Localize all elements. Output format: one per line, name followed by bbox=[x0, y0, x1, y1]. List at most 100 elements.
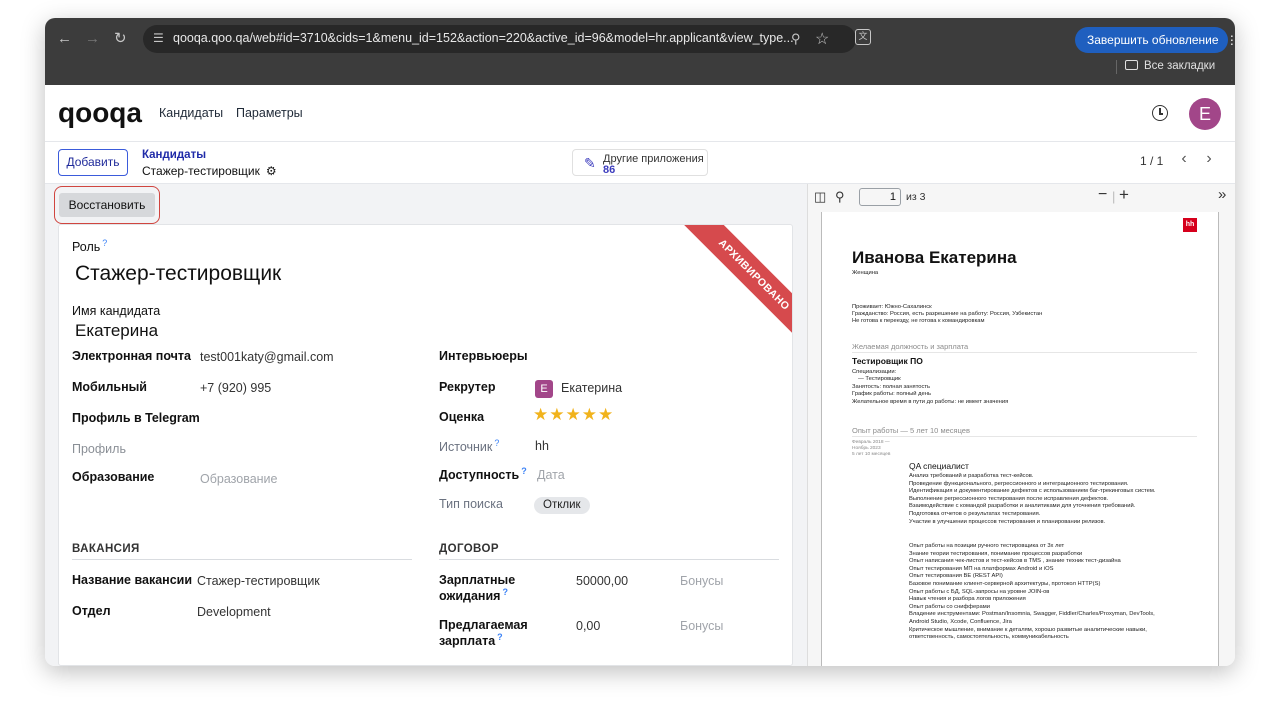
control-panel: Добавить Кандидаты Стажер-тестировщик ⚙ ✎… bbox=[45, 142, 1235, 184]
browser-toolbar: ← → ↻ ☰ qooqa.qoo.qa/web#id=3710&cids=1&… bbox=[45, 18, 1235, 85]
search-icon[interactable]: ⚲ bbox=[835, 189, 845, 205]
source-field[interactable]: hh bbox=[535, 439, 549, 453]
address-bar[interactable]: ☰ qooqa.qoo.qa/web#id=3710&cids=1&menu_i… bbox=[143, 25, 856, 53]
other-apps-count: 86 bbox=[603, 164, 616, 176]
cv-period-line: Февраль 2018 — bbox=[852, 440, 890, 445]
cv-duty: Проведение функционального, регрессионно… bbox=[909, 480, 1129, 487]
availability-field[interactable]: Дата bbox=[537, 468, 565, 482]
search-type-label: Тип поиска bbox=[439, 497, 503, 511]
other-applications-button[interactable]: ✎ Другие приложения 86 bbox=[572, 149, 708, 176]
offered-salary-label-1: Предлагаемая bbox=[439, 618, 528, 632]
menu-candidates[interactable]: Кандидаты bbox=[159, 106, 223, 120]
bookmark-star-icon[interactable]: ☆ bbox=[815, 29, 829, 49]
cv-citizenship: Гражданство: Россия, есть разрешение на … bbox=[852, 311, 1043, 317]
forward-icon[interactable]: → bbox=[85, 29, 100, 49]
cv-duty: Владение инструментами: Postman/Insomnia… bbox=[909, 611, 1155, 618]
cv-spec-line: Специализации: bbox=[852, 369, 897, 375]
cv-position-section: Желаемая должность и зарплата bbox=[852, 342, 969, 351]
page-number-input[interactable]: 1 bbox=[859, 188, 901, 206]
availability-label: Доступность? bbox=[439, 466, 527, 482]
hh-logo: hh bbox=[1183, 218, 1197, 232]
restore-button[interactable]: Восстановить bbox=[59, 193, 155, 217]
expected-salary-field[interactable]: 50000,00 bbox=[576, 574, 628, 588]
all-bookmarks-button[interactable]: Все закладки bbox=[1125, 60, 1215, 72]
cv-name: Иванова Екатерина bbox=[852, 248, 1017, 267]
help-icon[interactable]: ? bbox=[494, 438, 499, 448]
user-avatar[interactable]: E bbox=[1189, 98, 1221, 130]
expected-salary-label-1: Зарплатные bbox=[439, 573, 516, 587]
cv-duty: Анализ требований и разработка тест-кейс… bbox=[909, 473, 1034, 479]
role-label: Роль? bbox=[72, 238, 107, 254]
zoom-separator: | bbox=[1112, 189, 1116, 204]
role-value[interactable]: Стажер-тестировщик bbox=[75, 262, 281, 286]
cv-duty: ответственность, самостоятельность, комм… bbox=[909, 634, 1069, 641]
email-field[interactable]: test001katy@gmail.com bbox=[200, 350, 334, 364]
education-field[interactable]: Образование bbox=[200, 472, 277, 486]
form-area: Восстановить АРХИВИРОВАНО Роль? Стажер-т… bbox=[45, 184, 807, 666]
menu-settings[interactable]: Параметры bbox=[236, 106, 303, 120]
breadcrumb-candidates[interactable]: Кандидаты bbox=[142, 149, 206, 161]
archived-ribbon: АРХИВИРОВАНО bbox=[676, 225, 792, 353]
zoom-out-icon[interactable]: − bbox=[1098, 186, 1107, 204]
cv-relocation: Не готова к переезду, не готова к команд… bbox=[852, 318, 985, 324]
sidebar-toggle-icon[interactable]: ◫ bbox=[814, 189, 826, 205]
cv-duty: Опыт работы со снифферами bbox=[909, 603, 990, 610]
pdf-viewer: ◫ ⚲ 1 из 3 − | + » hh Иванова Екатерина … bbox=[807, 184, 1235, 666]
site-settings-icon[interactable]: ☰ bbox=[153, 31, 164, 45]
offered-salary-field[interactable]: 0,00 bbox=[576, 619, 600, 633]
breadcrumb-current-label: Стажер-тестировщик bbox=[142, 164, 260, 178]
vacancy-section-title: ВАКАНСИЯ bbox=[72, 543, 140, 555]
cv-rule bbox=[852, 352, 1197, 353]
mobile-field[interactable]: +7 (920) 995 bbox=[200, 381, 271, 395]
offered-bonus-field[interactable]: Бонусы bbox=[680, 619, 723, 633]
candidate-name-value[interactable]: Екатерина bbox=[75, 321, 158, 341]
add-button[interactable]: Добавить bbox=[58, 149, 128, 176]
help-icon[interactable]: ? bbox=[497, 632, 503, 642]
pager-next-icon[interactable]: › bbox=[1198, 150, 1220, 170]
search-type-tag[interactable]: Отклик bbox=[534, 497, 590, 514]
cv-duty: Идентификация и документирование дефекто… bbox=[909, 488, 1156, 495]
finish-update-button[interactable]: Завершить обновление ⋮ bbox=[1075, 27, 1235, 53]
translate-extension-icon[interactable]: 文 bbox=[855, 29, 871, 45]
cv-position: Тестировщик ПО bbox=[852, 356, 923, 366]
cv-spec-line: Желательное время в пути до работы: не и… bbox=[852, 398, 1009, 405]
cv-experience-section: Опыт работы — 5 лет 10 месяцев bbox=[852, 426, 970, 435]
cv-duty: Опыт работы на позиции ручного тестировщ… bbox=[909, 543, 1065, 549]
recruiter-avatar: E bbox=[535, 380, 553, 398]
activity-clock-icon[interactable] bbox=[1152, 105, 1168, 121]
app-header: qooqa Кандидаты Параметры E bbox=[45, 85, 1235, 142]
recruiter-label: Рекрутер bbox=[439, 380, 496, 394]
department-field[interactable]: Development bbox=[197, 605, 271, 619]
more-tools-icon[interactable]: » bbox=[1218, 186, 1226, 203]
cv-duty: Опыт тестирования BE (REST API) bbox=[909, 573, 1003, 580]
kebab-menu-icon[interactable]: ⋮ bbox=[1226, 33, 1235, 47]
cv-spec-line: — Тестировщик bbox=[858, 376, 901, 383]
vacancy-name-label: Название вакансии bbox=[72, 573, 193, 587]
vacancy-name-field[interactable]: Стажер-тестировщик bbox=[197, 574, 320, 588]
cv-duties-2: Опыт работы на позиции ручного тестировщ… bbox=[909, 543, 1155, 642]
gear-icon[interactable]: ⚙ bbox=[266, 164, 277, 178]
password-key-icon[interactable]: ⚲ bbox=[791, 31, 801, 47]
expected-bonus-field[interactable]: Бонусы bbox=[680, 574, 723, 588]
role-label-text: Роль bbox=[72, 240, 101, 255]
help-icon[interactable]: ? bbox=[521, 466, 527, 476]
vacancy-section-rule bbox=[72, 559, 412, 560]
app-logo[interactable]: qooqa bbox=[58, 97, 142, 129]
expected-salary-label: Зарплатные ожидания? bbox=[439, 573, 515, 603]
bookmarks-separator bbox=[1116, 60, 1117, 74]
zoom-in-icon[interactable]: + bbox=[1119, 185, 1129, 205]
profile-label: Профиль bbox=[72, 442, 126, 456]
cv-duty: Опыт работы с БД, SQL-запросы на уровне … bbox=[909, 588, 1050, 595]
back-icon[interactable]: ← bbox=[57, 29, 72, 49]
recruiter-field[interactable]: Екатерина bbox=[561, 381, 622, 395]
pager-value[interactable]: 1 / 1 bbox=[1140, 154, 1163, 168]
offered-salary-label-2: зарплата bbox=[439, 634, 496, 649]
cv-period: Февраль 2018 — Ноябрь 2023 5 лет 10 меся… bbox=[852, 440, 890, 457]
pager-previous-icon[interactable]: ‹ bbox=[1173, 150, 1195, 170]
rating-stars[interactable]: ★★★★★ bbox=[533, 405, 614, 425]
other-apps-label: Другие приложения bbox=[603, 153, 704, 165]
reload-icon[interactable]: ↻ bbox=[114, 29, 127, 49]
help-icon[interactable]: ? bbox=[102, 238, 107, 248]
help-icon[interactable]: ? bbox=[502, 587, 508, 597]
cv-lives: Проживает: Южно-Сахалинск bbox=[852, 304, 932, 310]
